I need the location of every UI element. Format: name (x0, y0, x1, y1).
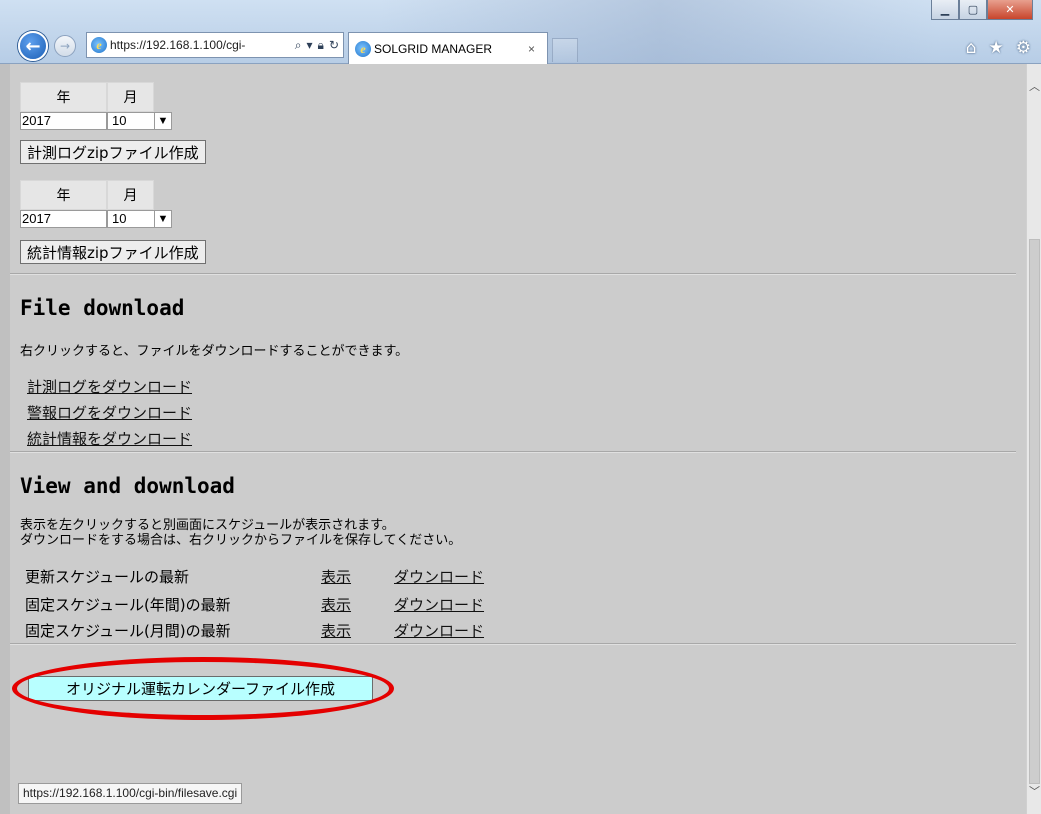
chevron-down-icon[interactable]: ▼ (154, 113, 171, 129)
year-header: 年 (20, 82, 107, 112)
scroll-thumb[interactable] (1029, 239, 1040, 784)
divider (10, 273, 1016, 275)
maximize-icon[interactable]: ▢ (959, 0, 987, 20)
browser-tools: ⌂ ★ ⚙ (966, 38, 1031, 58)
address-bar[interactable]: e https://192.168.1.100/cgi- ⌕ ▾ 🔒︎ ↻ (86, 32, 344, 58)
settings-gear-icon[interactable]: ⚙ (1016, 38, 1031, 58)
address-url[interactable]: https://192.168.1.100/cgi- (110, 38, 295, 52)
back-arrow-icon[interactable]: ← (18, 31, 48, 61)
tab-title: SOLGRID MANAGER (374, 41, 493, 56)
stats-download-link[interactable]: 統計情報をダウンロード (27, 428, 192, 449)
month-select[interactable]: 10 ▼ (107, 112, 172, 130)
year-input[interactable]: 2017 (20, 210, 107, 228)
ie-logo-icon: e (91, 37, 107, 53)
month-select[interactable]: 10 ▼ (107, 210, 172, 228)
schedule-label: 固定スケジュール(月間)の最新 (25, 622, 231, 640)
scroll-up-icon[interactable]: ︿ (1027, 78, 1041, 95)
download-link[interactable]: ダウンロード (394, 594, 484, 615)
stats-date-table: 年 月 2017 10 ▼ (20, 180, 240, 228)
forward-arrow-icon[interactable]: → (54, 35, 76, 57)
view-download-description: 表示を左クリックすると別画面にスケジュールが表示されます。 ダウンロードをする場… (20, 518, 461, 548)
month-header: 月 (107, 180, 154, 210)
schedule-label: 更新スケジュールの最新 (25, 568, 189, 586)
refresh-icon[interactable]: ↻ (329, 38, 339, 53)
dropdown-icon[interactable]: ▾ (307, 38, 313, 53)
month-header: 月 (107, 82, 154, 112)
view-download-heading: View and download (20, 474, 235, 498)
browser-chrome: ▁ ▢ ✕ ← → e https://192.168.1.100/cgi- ⌕… (0, 0, 1041, 64)
scroll-down-icon[interactable]: ﹀ (1027, 783, 1041, 800)
page-content: 年 月 2017 10 ▼ 計測ログzipファイル作成 年 月 2017 10 (10, 64, 1026, 814)
status-bar-url: https://192.168.1.100/cgi-bin/filesave.c… (18, 783, 243, 804)
file-download-description: 右クリックすると、ファイルをダウンロードすることができます。 (20, 344, 409, 359)
download-link[interactable]: ダウンロード (394, 566, 484, 587)
tab-ie-icon: e (355, 40, 371, 57)
favorites-star-icon[interactable]: ★ (989, 38, 1004, 58)
view-link[interactable]: 表示 (321, 566, 351, 587)
divider (10, 451, 1016, 453)
new-tab-button[interactable] (552, 38, 578, 62)
minimize-icon[interactable]: ▁ (931, 0, 959, 20)
page-viewport: 年 月 2017 10 ▼ 計測ログzipファイル作成 年 月 2017 10 (0, 64, 1041, 814)
year-input[interactable]: 2017 (20, 112, 107, 130)
file-download-heading: File download (20, 296, 185, 320)
address-tools: ⌕ ▾ 🔒︎ ↻ (295, 38, 339, 53)
description-line: ダウンロードをする場合は、右クリックからファイルを保存してください。 (20, 533, 462, 548)
download-link[interactable]: ダウンロード (394, 620, 484, 641)
divider (10, 643, 1016, 645)
highlight-ellipse (12, 657, 394, 720)
tab-close-icon[interactable]: × (528, 42, 535, 56)
schedule-label: 固定スケジュール(年間)の最新 (25, 596, 231, 614)
close-icon[interactable]: ✕ (987, 0, 1033, 20)
window-controls: ▁ ▢ ✕ (931, 0, 1033, 20)
measure-log-zip-button[interactable]: 計測ログzipファイル作成 (20, 140, 206, 164)
lock-icon[interactable]: 🔒︎ (318, 38, 324, 53)
month-value: 10 (112, 211, 127, 226)
view-link[interactable]: 表示 (321, 620, 351, 641)
search-icon[interactable]: ⌕ (295, 38, 302, 53)
tab-solgrid-manager[interactable]: e SOLGRID MANAGER × (348, 32, 548, 64)
alarm-log-download-link[interactable]: 警報ログをダウンロード (27, 402, 192, 423)
measure-log-download-link[interactable]: 計測ログをダウンロード (27, 376, 192, 397)
chevron-down-icon[interactable]: ▼ (154, 211, 171, 227)
home-icon[interactable]: ⌂ (966, 38, 977, 58)
vertical-scrollbar[interactable]: ︿ ﹀ (1026, 64, 1041, 814)
view-link[interactable]: 表示 (321, 594, 351, 615)
measure-log-date-table: 年 月 2017 10 ▼ (20, 82, 240, 130)
year-header: 年 (20, 180, 107, 210)
month-value: 10 (112, 113, 127, 128)
description-line: 表示を左クリックすると別画面にスケジュールが表示されます。 (20, 518, 395, 533)
stats-zip-button[interactable]: 統計情報zipファイル作成 (20, 240, 206, 264)
